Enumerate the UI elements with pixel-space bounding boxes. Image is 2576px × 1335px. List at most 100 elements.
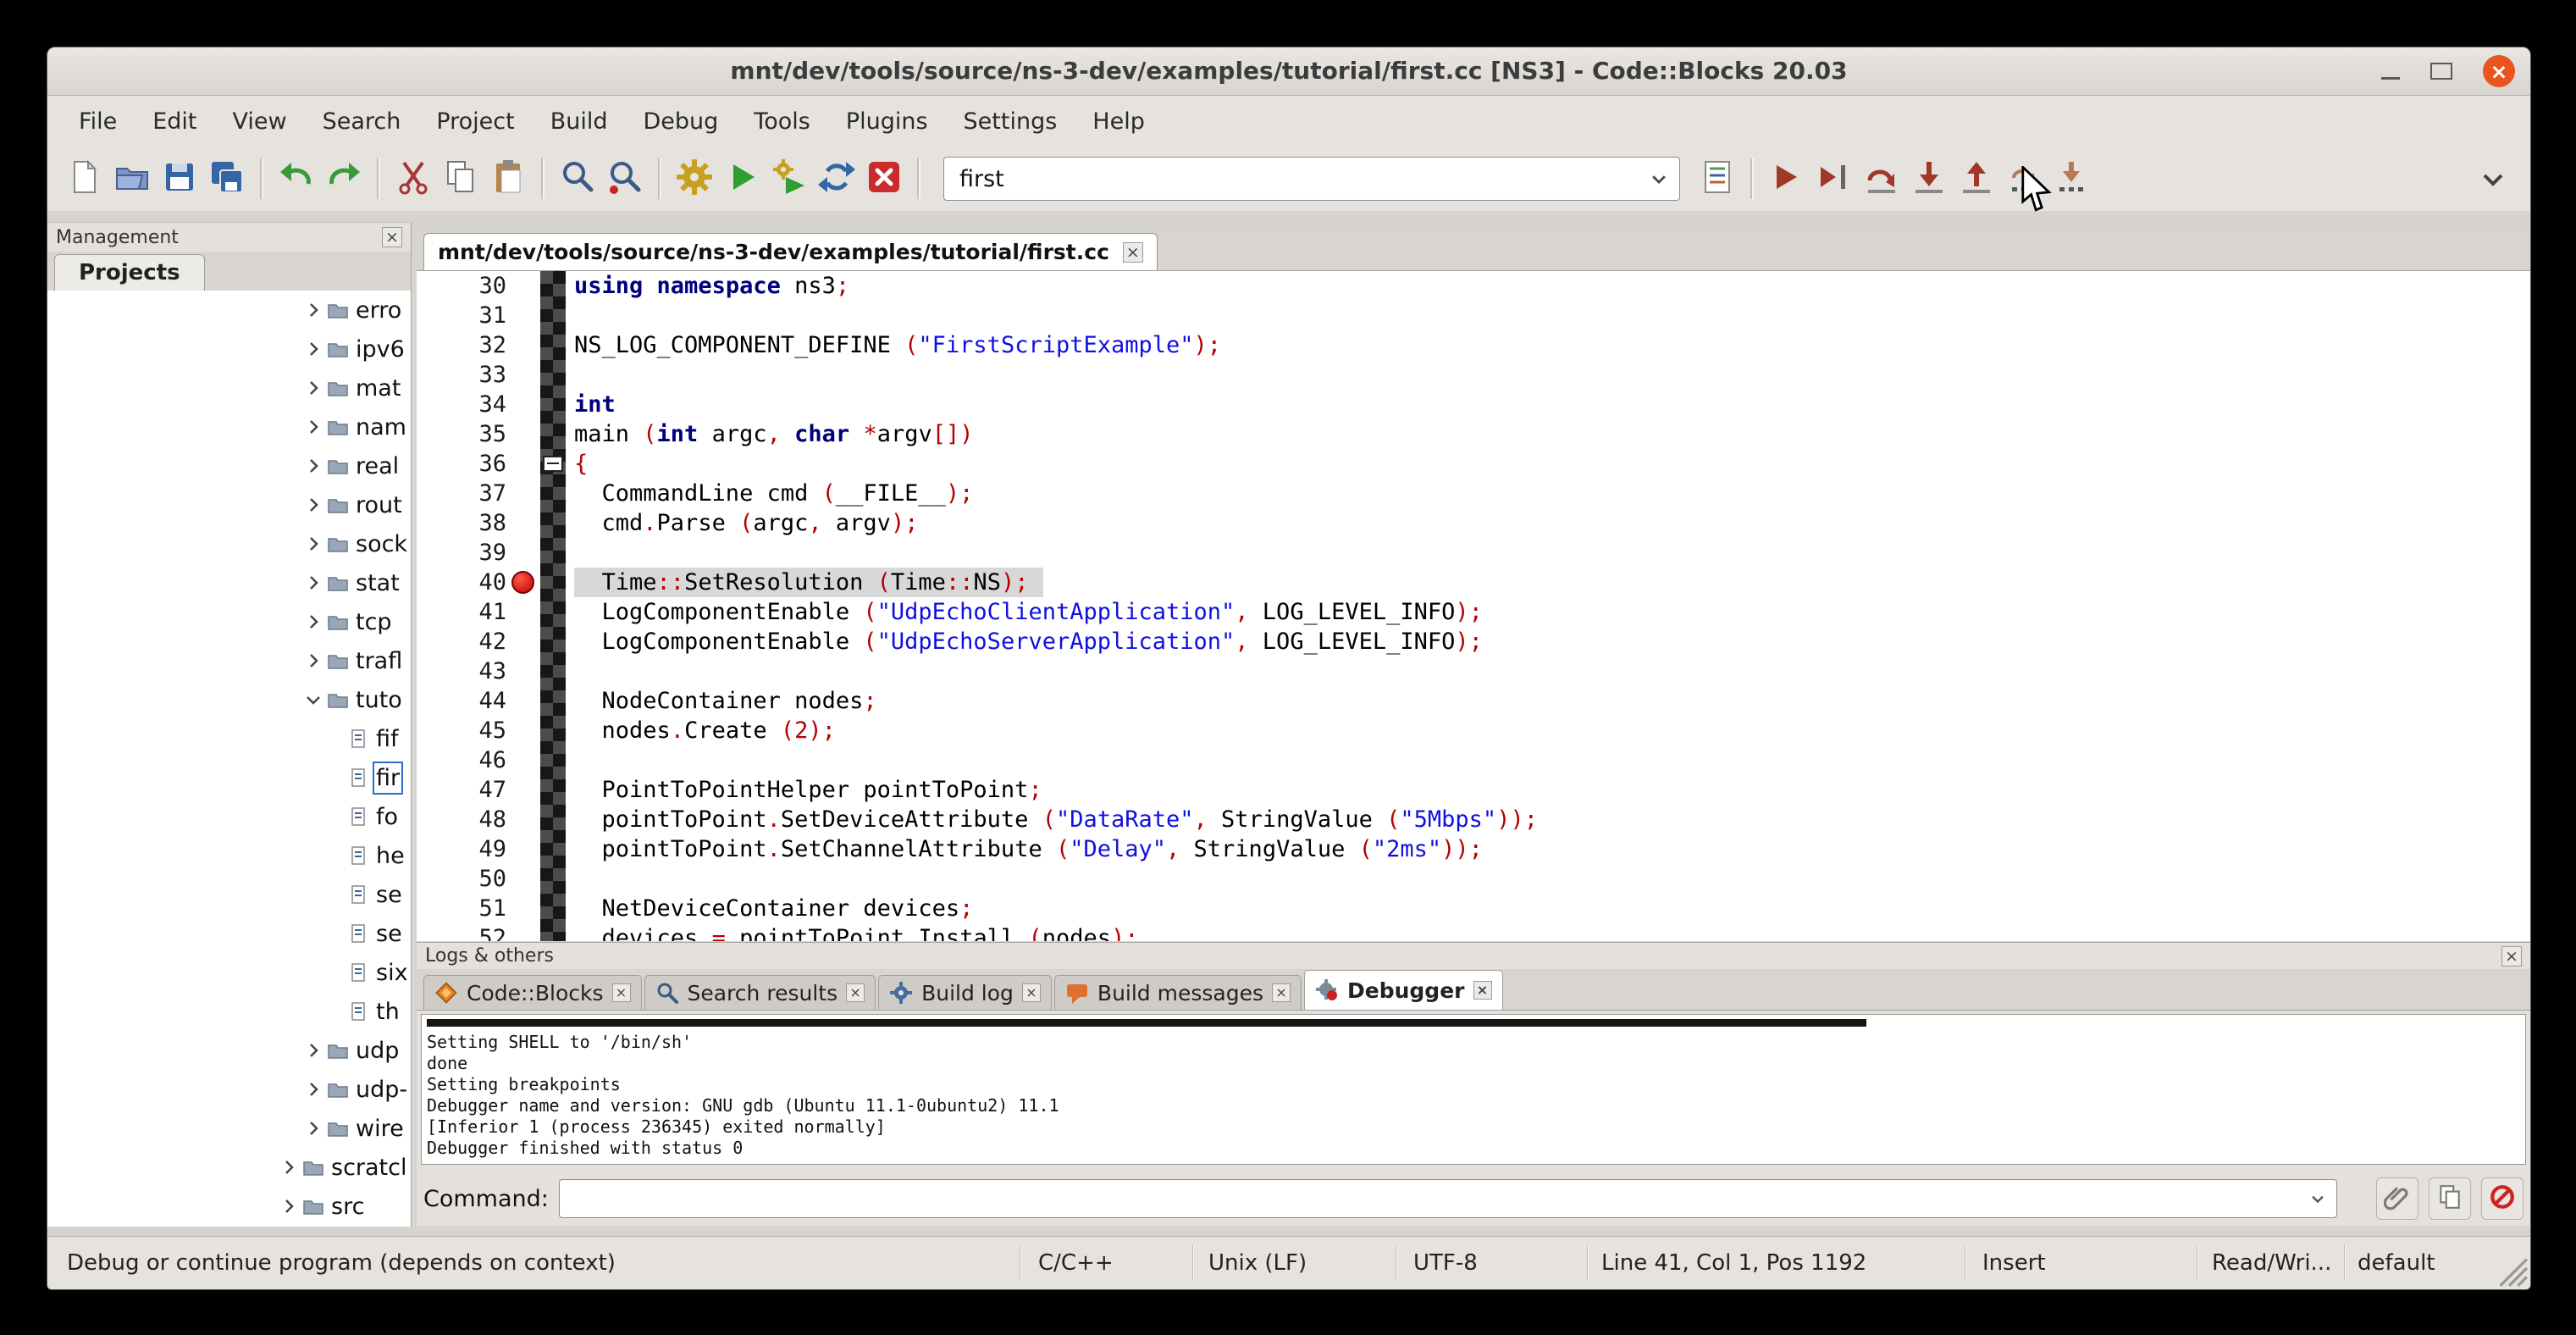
chevron-right-icon[interactable] bbox=[279, 1196, 299, 1216]
close-icon[interactable]: × bbox=[846, 983, 865, 1002]
close-button[interactable]: × bbox=[2483, 55, 2515, 87]
code-editor[interactable]: 30using namespace ns3;3132NS_LOG_COMPONE… bbox=[417, 271, 2530, 941]
code-line-42[interactable]: 42 LogComponentEnable ("UdpEchoServerApp… bbox=[417, 627, 2530, 656]
editor-tab-close-button[interactable]: × bbox=[1123, 242, 1143, 263]
tree-item-sock[interactable]: sock bbox=[47, 524, 411, 563]
titlebar[interactable]: mnt/dev/tools/source/ns-3-dev/examples/t… bbox=[47, 47, 2530, 96]
step-into-button[interactable] bbox=[1905, 155, 1953, 202]
code-line-38[interactable]: 38 cmd.Parse (argc, argv); bbox=[417, 508, 2530, 538]
step-out-button[interactable] bbox=[1953, 155, 2000, 202]
build-and-run-button[interactable] bbox=[766, 155, 813, 202]
breakpoint-marker[interactable] bbox=[511, 571, 534, 594]
chevron-right-icon[interactable] bbox=[303, 573, 323, 593]
build-target-combo[interactable]: first bbox=[943, 157, 1680, 201]
copy-button[interactable] bbox=[437, 155, 484, 202]
chevron-right-icon[interactable] bbox=[303, 378, 323, 398]
code-line-30[interactable]: 30using namespace ns3; bbox=[417, 271, 2530, 301]
command-copy-button[interactable] bbox=[2429, 1177, 2471, 1220]
new-file-button[interactable] bbox=[61, 155, 108, 202]
code-line-51[interactable]: 51 NetDeviceContainer devices; bbox=[417, 894, 2530, 923]
tree-item-tcp[interactable]: tcp bbox=[47, 602, 411, 641]
chevron-right-icon[interactable] bbox=[303, 1118, 323, 1138]
command-combo[interactable] bbox=[559, 1179, 2337, 1218]
rebuild-button[interactable] bbox=[813, 155, 860, 202]
code-line-33[interactable]: 33 bbox=[417, 360, 2530, 390]
menu-item-project[interactable]: Project bbox=[418, 102, 532, 141]
code-line-32[interactable]: 32NS_LOG_COMPONENT_DEFINE ("FirstScriptE… bbox=[417, 330, 2530, 360]
tree-item-se[interactable]: se bbox=[47, 914, 411, 953]
menu-item-edit[interactable]: Edit bbox=[135, 102, 214, 141]
tab-projects[interactable]: Projects bbox=[54, 254, 205, 291]
tree-item-erro[interactable]: erro bbox=[47, 291, 411, 330]
logs-tab-debugger[interactable]: Debugger× bbox=[1304, 970, 1502, 1010]
run-button[interactable] bbox=[718, 155, 766, 202]
logs-tab-code-blocks[interactable]: Code::Blocks× bbox=[423, 975, 642, 1010]
logs-tab-build-log[interactable]: Build log× bbox=[878, 975, 1052, 1010]
menu-item-settings[interactable]: Settings bbox=[946, 102, 1075, 141]
chevron-right-icon[interactable] bbox=[303, 651, 323, 671]
code-line-45[interactable]: 45 nodes.Create (2); bbox=[417, 716, 2530, 745]
code-line-41[interactable]: 41 LogComponentEnable ("UdpEchoClientApp… bbox=[417, 597, 2530, 627]
code-line-43[interactable]: 43 bbox=[417, 656, 2530, 686]
logs-close-button[interactable]: × bbox=[2501, 946, 2522, 967]
command-dropdown-button[interactable] bbox=[2299, 1188, 2336, 1210]
tree-item-six[interactable]: six bbox=[47, 953, 411, 992]
cut-button[interactable] bbox=[390, 155, 437, 202]
save-all-files-button[interactable] bbox=[203, 155, 251, 202]
chevron-down-icon[interactable] bbox=[1639, 158, 1679, 200]
close-icon[interactable]: × bbox=[1473, 981, 1492, 1000]
menu-item-tools[interactable]: Tools bbox=[736, 102, 828, 141]
tree-item-udp[interactable]: udp bbox=[47, 1031, 411, 1070]
tree-item-he[interactable]: he bbox=[47, 836, 411, 875]
menu-item-plugins[interactable]: Plugins bbox=[828, 102, 946, 141]
code-line-35[interactable]: 35main (int argc, char *argv[]) bbox=[417, 419, 2530, 449]
chevron-down-icon[interactable] bbox=[303, 690, 323, 710]
menu-item-build[interactable]: Build bbox=[533, 102, 626, 141]
run-to-cursor-button[interactable] bbox=[1810, 155, 1858, 202]
menu-item-help[interactable]: Help bbox=[1075, 102, 1163, 141]
chevron-right-icon[interactable] bbox=[303, 1040, 323, 1061]
fold-marker[interactable] bbox=[543, 456, 563, 472]
tree-item-fif[interactable]: fif bbox=[47, 719, 411, 758]
abort-build-button[interactable] bbox=[860, 155, 908, 202]
tree-item-fir[interactable]: fir bbox=[47, 758, 411, 797]
management-close-button[interactable]: × bbox=[382, 227, 402, 247]
build-button[interactable] bbox=[671, 155, 718, 202]
close-icon[interactable]: × bbox=[612, 983, 631, 1002]
chevron-right-icon[interactable] bbox=[303, 534, 323, 554]
menu-item-file[interactable]: File bbox=[61, 102, 135, 141]
maximize-button[interactable] bbox=[2430, 63, 2452, 80]
close-icon[interactable]: × bbox=[1272, 983, 1291, 1002]
step-into-instruction-button[interactable] bbox=[2048, 155, 2095, 202]
tree-item-trafl[interactable]: trafl bbox=[47, 641, 411, 680]
command-attach-button[interactable] bbox=[2376, 1177, 2418, 1220]
projects-tree[interactable]: erroipv6matnamrealroutsockstattcptrafltu… bbox=[47, 291, 411, 1227]
tree-item-src[interactable]: src bbox=[47, 1187, 411, 1226]
redo-button[interactable] bbox=[320, 155, 368, 202]
toolbar-overflow-button[interactable] bbox=[2469, 155, 2517, 202]
tree-item-nam[interactable]: nam bbox=[47, 407, 411, 446]
chevron-right-icon[interactable] bbox=[303, 456, 323, 476]
tree-item-rout[interactable]: rout bbox=[47, 485, 411, 524]
code-line-36[interactable]: 36{ bbox=[417, 449, 2530, 479]
editor-tab-first-cc[interactable]: mnt/dev/tools/source/ns-3-dev/examples/t… bbox=[423, 233, 1158, 270]
code-line-31[interactable]: 31 bbox=[417, 301, 2530, 330]
chevron-right-icon[interactable] bbox=[303, 300, 323, 320]
undo-button[interactable] bbox=[273, 155, 320, 202]
tree-item-udp-[interactable]: udp- bbox=[47, 1070, 411, 1109]
script-log-button[interactable] bbox=[1694, 155, 1741, 202]
open-file-button[interactable] bbox=[108, 155, 156, 202]
logs-tab-build-messages[interactable]: Build messages× bbox=[1054, 975, 1302, 1010]
find-in-files-button[interactable] bbox=[601, 155, 649, 202]
next-line-button[interactable] bbox=[1858, 155, 1905, 202]
tree-item-se[interactable]: se bbox=[47, 875, 411, 914]
code-line-37[interactable]: 37 CommandLine cmd (__FILE__); bbox=[417, 479, 2530, 508]
logs-tab-search-results[interactable]: Search results× bbox=[644, 975, 876, 1010]
chevron-right-icon[interactable] bbox=[303, 339, 323, 359]
tree-item-wire[interactable]: wire bbox=[47, 1109, 411, 1148]
tree-item-th[interactable]: th bbox=[47, 992, 411, 1031]
code-line-46[interactable]: 46 bbox=[417, 745, 2530, 775]
code-line-49[interactable]: 49 pointToPoint.SetChannelAttribute ("De… bbox=[417, 834, 2530, 864]
resize-grip[interactable] bbox=[2490, 1249, 2529, 1288]
debugger-output[interactable]: Setting SHELL to '/bin/sh'doneSetting br… bbox=[421, 1014, 2526, 1165]
